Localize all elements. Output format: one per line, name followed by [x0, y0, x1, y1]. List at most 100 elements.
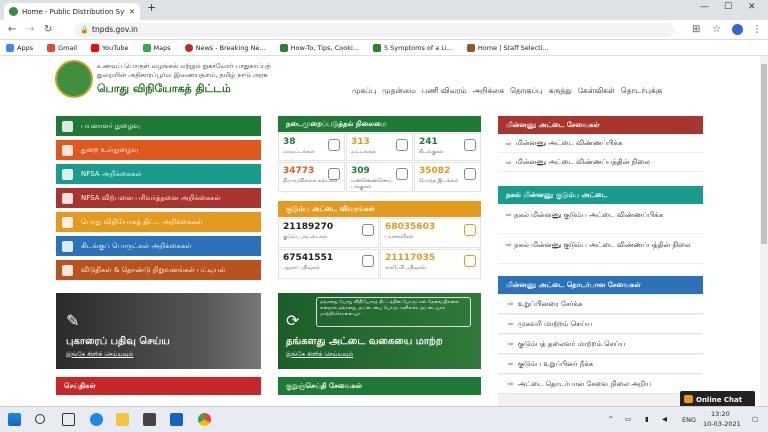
- copy-status-link[interactable]: ⇨ நகல் மின்னணு குடும்ப அட்டை விண்ணப்பத்த…: [498, 236, 703, 264]
- page-scrollbar[interactable]: [760, 56, 768, 406]
- stat-aadhaar: 67541551 ஆதார் பதிவுகள்: [278, 249, 379, 279]
- chrome-icon[interactable]: [198, 413, 211, 426]
- status-header: நடைமுறைப்படுத்தல் நிலைமை: [278, 116, 481, 132]
- complaint-link[interactable]: இங்கே கிளிக் செய்யவும்: [66, 351, 133, 359]
- ecard-status-link[interactable]: ⇨ மின்னணு அட்டை விண்ணப்பத்தின் நிலை: [498, 154, 703, 172]
- clock-time[interactable]: 13:20: [711, 410, 730, 418]
- volume-icon[interactable]: ◀: [662, 415, 667, 423]
- notification-icon[interactable]: ▢: [752, 415, 758, 423]
- nav-faq[interactable]: கேள்விகள்: [578, 86, 615, 96]
- document-icon: [62, 168, 73, 180]
- windows-start-icon[interactable]: [8, 413, 21, 426]
- menu-nfsa-reports[interactable]: NFSA அறிக்கைகள்: [56, 164, 261, 184]
- nav-home[interactable]: முகப்பு: [352, 86, 376, 96]
- reload-icon[interactable]: ↻: [44, 24, 52, 35]
- mail-icon[interactable]: [170, 413, 183, 426]
- edge-icon[interactable]: [90, 413, 103, 426]
- link-label: நகல் மின்னணு குடும்ப அட்டை விண்ணப்பத்தின…: [514, 241, 691, 249]
- lock-icon: 🔒: [80, 26, 89, 34]
- close-window-icon[interactable]: ✕: [748, 2, 756, 12]
- battery-icon[interactable]: ▮: [645, 415, 649, 423]
- clock-date[interactable]: 10-03-2021: [703, 420, 741, 428]
- bookmark-label: News - Breaking Ne...: [195, 43, 266, 52]
- back-icon[interactable]: ←: [8, 24, 16, 35]
- copy-apply-link[interactable]: ⇨ நகல் மின்னணு குடும்ப அட்டை விண்ணப்பிக்…: [498, 206, 703, 234]
- language-indicator[interactable]: ENG: [682, 416, 696, 424]
- forward-icon[interactable]: →: [26, 24, 34, 35]
- complaint-banner[interactable]: ✎ புகாரைப் பதிவு செய்ய இங்கே கிளிக் செய்…: [56, 293, 261, 369]
- bookmark-maps[interactable]: Maps: [142, 43, 171, 52]
- bookmark-howto[interactable]: How-To, Tips, Cooki...: [279, 43, 359, 52]
- related-header: மின்னணு அட்டை தொடர்பான சேவைகள்: [498, 276, 703, 294]
- nav-work[interactable]: பணி விவரம்: [422, 86, 467, 96]
- add-member-link[interactable]: ⇨ உறுப்பினரை சேர்க்க: [498, 295, 703, 314]
- network-icon[interactable]: ▭: [625, 415, 631, 423]
- boxes-icon: [62, 240, 73, 252]
- arrow-icon: ⇨: [506, 211, 515, 219]
- browser-tab[interactable]: Home - Public Distribution Syste ✕: [4, 3, 140, 20]
- stat-number: 241: [419, 137, 438, 147]
- menu-user-login[interactable]: பயனாளர் நுழைவு: [56, 116, 261, 136]
- star-icon[interactable]: ☆: [712, 24, 721, 35]
- card-type-title: தங்களது அட்டை வகையை மாற்ற: [286, 336, 443, 347]
- remove-member-link[interactable]: ⇨ குடும்ப உறுப்பினர் நீக்க: [498, 355, 703, 374]
- mobile-icon: [464, 255, 476, 267]
- profile-avatar[interactable]: [732, 24, 743, 35]
- bookmark-news[interactable]: News - Breaking Ne...: [184, 43, 266, 52]
- nav-main[interactable]: முதன்மை: [382, 86, 416, 96]
- nav-contact[interactable]: தொடர்புக்கு: [621, 86, 663, 96]
- task-view-icon[interactable]: [62, 413, 75, 426]
- copy-card-header: நகல் மின்னணு குடும்ப அட்டை: [498, 186, 703, 204]
- service-status-link[interactable]: ⇨ அட்டை தொடர்பான சேவை நிலை அறிய: [498, 375, 703, 394]
- minimize-icon[interactable]: —: [700, 2, 709, 12]
- card-type-banner[interactable]: ⟳ தங்களது பொது விநியோகத் திட்டத்தின் பொர…: [278, 293, 481, 369]
- store-icon[interactable]: [143, 413, 156, 426]
- maximize-icon[interactable]: ☐: [724, 2, 732, 12]
- bookmark-apps[interactable]: Apps: [6, 43, 33, 52]
- bookmark-label: 5 Symptoms of a Li...: [383, 43, 453, 52]
- maps-icon: [142, 43, 151, 52]
- stat-total: 35082 மொத்த இடங்கள்: [414, 162, 481, 192]
- menu-hostels-list[interactable]: விடுதிகள் & தொண்டு நிறுவனங்கள் பட்டியல்: [56, 260, 261, 280]
- bookmark-youtube[interactable]: YouTube: [91, 43, 129, 52]
- url-bar[interactable]: 🔒 tnpds.gov.in: [74, 23, 674, 37]
- head-change-link[interactable]: ⇨ குடும்பத் தலைவர் மாற்றம் செய்ய: [498, 335, 703, 354]
- arrow-icon: ⇨: [508, 340, 514, 348]
- bookmark-gmail[interactable]: Gmail: [47, 43, 77, 52]
- translate-icon[interactable]: ⊞: [692, 24, 700, 35]
- stat-label: கிடங்குகள்: [419, 149, 444, 155]
- stat-taluks: 313 வட்டங்கள்: [346, 133, 413, 161]
- bookmark-symptoms[interactable]: 5 Symptoms of a Li...: [372, 43, 453, 52]
- writing-icon: ✎: [66, 311, 80, 330]
- menu-dept-login[interactable]: துறை உள்நுழைவு: [56, 140, 261, 160]
- menu-label: NFSA விற்பனை பரிவர்த்தனை அறிக்கைகள்: [81, 193, 221, 202]
- browser-tab-bar: Home - Public Distribution Syste ✕ + — ☐…: [0, 0, 768, 20]
- scrollbar-thumb[interactable]: [761, 64, 767, 244]
- address-change-link[interactable]: ⇨ முகவரி மாற்றம் செய்ய: [498, 315, 703, 334]
- symptoms-icon: [372, 43, 381, 52]
- card-type-link[interactable]: இங்கே கிளிக் செய்யவும்: [286, 351, 353, 359]
- file-explorer-icon[interactable]: [116, 413, 129, 426]
- ecard-apply-link[interactable]: ⇨ மின்னணு அட்டை விண்ணப்பிக்க: [498, 135, 703, 153]
- new-tab-button[interactable]: +: [147, 1, 156, 14]
- card-type-note: தங்களது பொது விநியோகத் திட்டத்தின் பொருட…: [316, 297, 471, 327]
- arrow-icon: ⇨: [506, 139, 512, 148]
- menu-pds-reports[interactable]: பொது விநியோகத் திட்ட அறிக்கைகள்: [56, 212, 261, 232]
- nav-report[interactable]: அறிக்கை: [473, 86, 504, 96]
- stat-number: 67541551: [283, 253, 334, 263]
- menu-label: பொது விநியோகத் திட்ட அறிக்கைகள்: [81, 217, 203, 226]
- stat-label: கைபேசி பதிவுகள்: [385, 265, 427, 271]
- search-icon[interactable]: [35, 414, 45, 424]
- menu-dots-icon[interactable]: ⋮: [752, 24, 762, 35]
- bookmark-ssc[interactable]: Home | Staff Selecti...: [466, 43, 549, 52]
- nav-bundle[interactable]: தொகுப்பு: [510, 86, 542, 96]
- close-tab-icon[interactable]: ✕: [129, 8, 135, 16]
- arrow-icon: ⇨: [506, 241, 515, 249]
- boxes-icon: [62, 264, 73, 276]
- stat-family-cards: 21189270 குடும்ப அட்டைகள்: [278, 218, 379, 248]
- tray-up-icon[interactable]: ^: [608, 415, 613, 423]
- link-label: மின்னணு அட்டை விண்ணப்பத்தின் நிலை: [515, 158, 650, 166]
- nav-feedback[interactable]: கருத்து: [549, 86, 572, 96]
- menu-nfsa-sales[interactable]: NFSA விற்பனை பரிவர்த்தனை அறிக்கைகள்: [56, 188, 261, 208]
- menu-godown-reports[interactable]: கிடங்குப் பொருட்கள் அறிக்கைகள்: [56, 236, 261, 256]
